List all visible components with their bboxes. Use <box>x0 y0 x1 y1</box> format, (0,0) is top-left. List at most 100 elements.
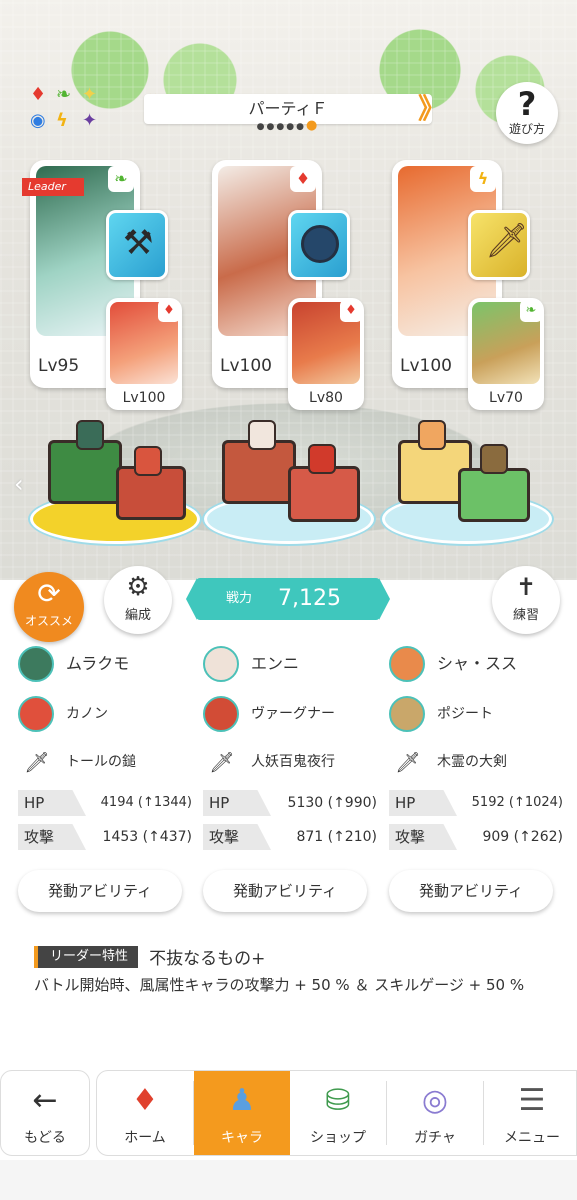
mini-figure <box>76 420 104 450</box>
attack-label: 攻撃 <box>203 824 271 850</box>
weapon-row[interactable]: 🗡 木霊の大剣 <box>389 744 567 784</box>
nav-shop[interactable]: ⛁ ショップ <box>290 1071 386 1155</box>
diamond-suit-icon: ♦ <box>30 84 47 105</box>
nav-gacha[interactable]: ◎ ガチャ <box>387 1071 483 1155</box>
sword-icon: 🗡 <box>485 221 529 261</box>
training-button[interactable]: ✝ 練習 <box>492 566 560 634</box>
weapon-row[interactable]: 🗡 トールの鎚 <box>18 744 196 784</box>
weapon-slot-3[interactable]: 🗡 <box>468 210 530 280</box>
ability-button[interactable]: 発動アビリティ <box>18 870 182 912</box>
weapon-icon: 🗡 <box>24 750 50 774</box>
sub-character-row[interactable]: ポジート <box>389 696 567 736</box>
recommend-icon: ⟳ <box>37 577 61 610</box>
system-bottom-bar <box>0 1160 577 1200</box>
scroll-left-arrow-icon[interactable]: ‹ <box>14 470 24 498</box>
avatar <box>389 646 425 682</box>
avatar <box>203 696 239 732</box>
hp-stat: HP 5192 (↑1024) <box>389 790 565 818</box>
main-character-name: ムラクモ <box>66 654 130 673</box>
character-level: Lv100 <box>400 356 452 376</box>
nav-tabs: ♦ ホーム ♟ キャラ ⛁ ショップ ◎ ガチャ ☰ メニュー <box>96 1070 577 1156</box>
leader-skill: リーダー特性 不抜なるもの+ <box>34 944 554 969</box>
party-page-dots[interactable]: ●●●●●● <box>130 118 446 133</box>
sub-character-row[interactable]: カノン <box>18 696 196 736</box>
sub-character-card-1[interactable]: ♦ Lv100 <box>106 298 182 410</box>
element-filter-icons[interactable]: ♦ ❧ ✦ ◉ ϟ ✦ <box>28 86 104 136</box>
platform-1 <box>30 418 200 544</box>
diamond-suit-icon: ♦ <box>340 300 362 322</box>
dark-star-icon: ✦ <box>82 110 98 131</box>
leader-tag: Leader <box>22 178 84 196</box>
weapon-icon: 🗡 <box>395 750 421 774</box>
recommend-button[interactable]: ⟳ オススメ <box>14 572 84 642</box>
avatar <box>18 696 54 732</box>
avatar <box>18 646 54 682</box>
hp-label: HP <box>18 790 86 816</box>
party-scene: ♦ ❧ ✦ ◉ ϟ ✦ 《 パーティＦ 》 ●●●●●● ? 遊び方 Leade… <box>0 0 577 580</box>
ability-button[interactable]: 発動アビリティ <box>203 870 367 912</box>
leader-skill-description: バトル開始時、風属性キャラの攻撃力 + 50 % ＆ スキルゲージ + 50 % <box>34 976 525 994</box>
gear-person-icon: ⚙ <box>126 572 150 602</box>
back-label: もどる <box>24 1130 66 1146</box>
formation-button[interactable]: ⚙ 編成 <box>104 566 172 634</box>
mini-figure <box>418 420 446 450</box>
ability-button[interactable]: 発動アビリティ <box>389 870 553 912</box>
recommend-label: オススメ <box>24 614 73 628</box>
main-character-row[interactable]: シャ・スス <box>389 646 567 686</box>
weapon-name: 木霊の大剣 <box>437 754 507 770</box>
sub-character-name: ポジート <box>437 706 493 722</box>
menu-icon: ☰ <box>518 1083 546 1118</box>
nav-home[interactable]: ♦ ホーム <box>97 1071 193 1155</box>
orb-icon <box>301 225 339 263</box>
main-character-row[interactable]: ムラクモ <box>18 646 196 686</box>
leaf-icon: ❧ <box>108 166 134 192</box>
sub-character-level: Lv100 <box>122 390 166 406</box>
nav-character[interactable]: ♟ キャラ <box>194 1071 290 1155</box>
mini-figure <box>134 446 162 476</box>
hammer-icon: ⚒ <box>123 223 154 263</box>
back-arrow-icon: ← <box>32 1083 58 1118</box>
leader-skill-tag: リーダー特性 <box>34 945 139 968</box>
weapon-name: 人妖百鬼夜行 <box>251 754 335 770</box>
sub-character-card-3[interactable]: ❧ Lv70 <box>468 298 544 410</box>
platform-3 <box>382 418 552 544</box>
diamond-suit-icon: ♦ <box>290 166 316 192</box>
weapon-slot-2[interactable] <box>288 210 350 280</box>
leader-skill-name: 不抜なるもの+ <box>149 949 266 969</box>
sub-character-level: Lv80 <box>309 390 343 406</box>
shop-icon: ⛁ <box>325 1083 351 1118</box>
platform-2 <box>204 418 374 544</box>
avatar <box>203 646 239 682</box>
training-dummy-icon: ✝ <box>515 573 537 601</box>
lightning-icon: ϟ <box>56 110 68 131</box>
help-button[interactable]: ? 遊び方 <box>496 82 558 144</box>
character-icon: ♟ <box>228 1083 256 1118</box>
character-level: Lv95 <box>38 356 80 376</box>
nav-menu[interactable]: ☰ メニュー <box>484 1071 577 1155</box>
sub-character-level: Lv70 <box>489 390 523 406</box>
main-character-name: シャ・スス <box>437 654 518 673</box>
bottom-navigation: ← もどる ♦ ホーム ♟ キャラ ⛁ ショップ ◎ ガチャ ☰ メニュー <box>0 1070 577 1160</box>
lightning-icon: ϟ <box>470 166 496 192</box>
sub-character-name: ヴァーグナー <box>251 706 335 722</box>
power-value: 7,125 <box>278 586 341 611</box>
character-level: Lv100 <box>220 356 272 376</box>
power-label: 戦力 <box>226 591 253 606</box>
attack-label: 攻撃 <box>389 824 457 850</box>
hp-value: 5130 (↑990) <box>287 795 377 811</box>
training-label: 練習 <box>512 608 539 623</box>
circle-icon: ◉ <box>30 110 46 131</box>
attack-stat: 攻撃 1453 (↑437) <box>18 824 194 852</box>
weapon-row[interactable]: 🗡 人妖百鬼夜行 <box>203 744 381 784</box>
sub-character-row[interactable]: ヴァーグナー <box>203 696 381 736</box>
hp-stat: HP 5130 (↑990) <box>203 790 379 818</box>
main-character-row[interactable]: エンニ <box>203 646 381 686</box>
sub-character-card-2[interactable]: ♦ Lv80 <box>288 298 364 410</box>
weapon-slot-1[interactable]: ⚒ <box>106 210 168 280</box>
attack-stat: 攻撃 871 (↑210) <box>203 824 379 852</box>
back-button[interactable]: ← もどる <box>0 1070 90 1156</box>
sparkle-icon: ✦ <box>82 84 98 105</box>
attack-value: 909 (↑262) <box>482 829 563 845</box>
main-character-name: エンニ <box>251 654 300 673</box>
power-display: 戦力 7,125 <box>186 578 390 620</box>
